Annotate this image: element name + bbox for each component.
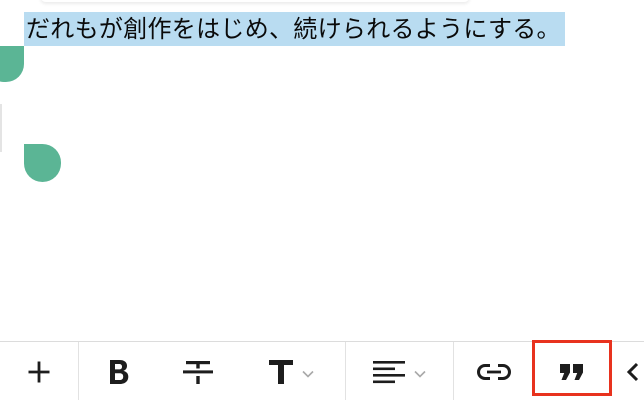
selection-start-handle[interactable] [0, 46, 24, 82]
heading-t-icon [269, 359, 293, 384]
link-icon [477, 363, 511, 380]
editor-page: だれもが創作をはじめ、続けられるようにする。 [0, 0, 644, 400]
quote-button-highlight [532, 340, 612, 396]
selection-end-handle[interactable] [24, 144, 61, 182]
add-button[interactable] [0, 342, 78, 400]
chevron-down-icon [302, 370, 314, 378]
chevron-left-icon [626, 362, 639, 381]
align-left-icon [373, 360, 405, 383]
bold-icon [109, 359, 128, 384]
plus-icon [28, 361, 50, 382]
bold-button[interactable] [79, 342, 158, 400]
more-tools-arrow[interactable] [624, 342, 644, 400]
strikethrough-icon [183, 360, 213, 384]
chevron-down-icon [414, 370, 426, 378]
selected-text[interactable]: だれもが創作をはじめ、続けられるようにする。 [24, 12, 565, 46]
strikethrough-button[interactable] [158, 342, 238, 400]
floating-panel-edge [40, 0, 470, 2]
align-button[interactable] [346, 342, 453, 400]
text-caret [0, 104, 2, 152]
text-style-button[interactable] [238, 342, 345, 400]
link-button[interactable] [454, 342, 534, 400]
